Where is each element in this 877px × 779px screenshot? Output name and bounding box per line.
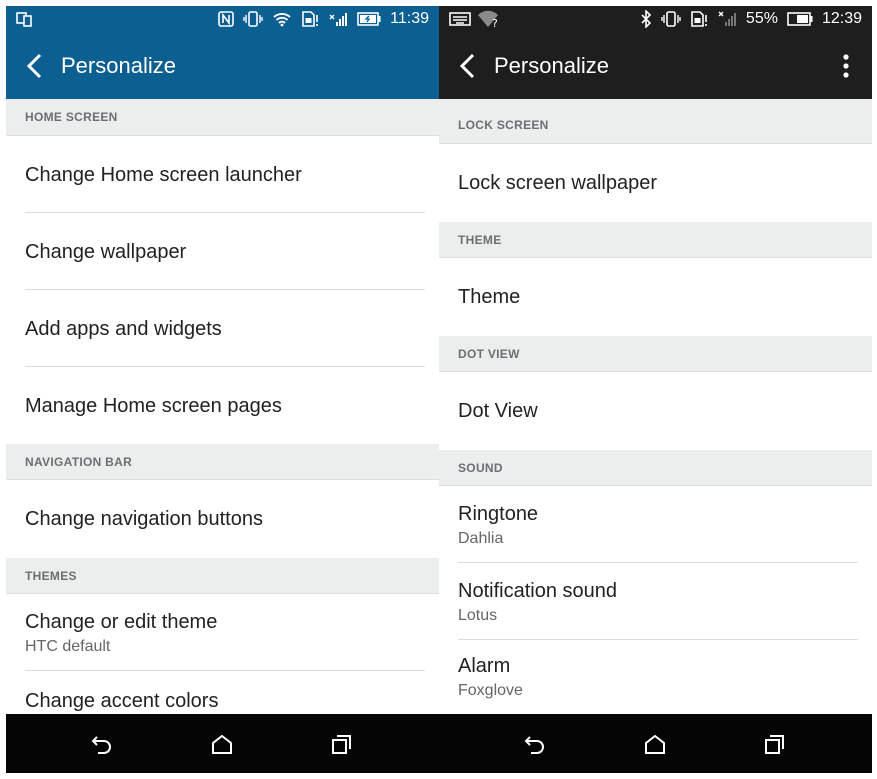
- nav-back-button[interactable]: [521, 730, 549, 758]
- back-icon: [91, 736, 111, 754]
- right-phone-screen: ? 55% 12:39 Personalize LOCK SCREEN Lock…: [439, 6, 872, 773]
- nav-recents-button[interactable]: [328, 730, 356, 758]
- section-header-home-screen: HOME SCREEN: [6, 99, 439, 136]
- back-button[interactable]: [16, 46, 52, 86]
- item-change-wallpaper[interactable]: Change wallpaper: [6, 213, 439, 290]
- navigation-bar: [6, 714, 439, 773]
- nav-home-button[interactable]: [208, 730, 236, 758]
- status-time: 11:39: [390, 10, 429, 27]
- item-title: Change or edit theme: [25, 610, 218, 633]
- item-title: Alarm: [458, 655, 511, 677]
- item-ringtone[interactable]: Ringtone Dahlia: [439, 486, 872, 563]
- app-bar: Personalize: [439, 32, 872, 99]
- item-change-edit-theme[interactable]: Change or edit theme HTC default: [6, 594, 439, 671]
- item-title: Lock screen wallpaper: [458, 172, 657, 194]
- wifi-icon: [272, 9, 292, 29]
- vibrate-icon: [661, 9, 681, 29]
- item-subtitle: HTC default: [25, 637, 111, 655]
- item-theme[interactable]: Theme: [439, 258, 872, 336]
- battery-percent: 55%: [745, 10, 778, 27]
- back-button[interactable]: [449, 46, 485, 86]
- chevron-left-icon: [459, 53, 475, 79]
- nfc-icon: [218, 9, 234, 29]
- item-change-accent-colors[interactable]: Change accent colors: [6, 671, 439, 714]
- page-title: Personalize: [61, 53, 176, 78]
- item-change-launcher[interactable]: Change Home screen launcher: [6, 136, 439, 213]
- navigation-bar: [439, 714, 872, 773]
- recents-icon: [765, 735, 784, 754]
- item-title: Dot View: [458, 400, 538, 422]
- item-title: Change accent colors: [25, 690, 219, 712]
- home-icon: [645, 734, 665, 754]
- section-header-navigation-bar: NAVIGATION BAR: [6, 444, 439, 480]
- app-bar: Personalize: [6, 32, 439, 99]
- item-title: Notification sound: [458, 579, 617, 602]
- chevron-left-icon: [26, 53, 42, 79]
- back-icon: [524, 736, 544, 754]
- settings-list: LOCK SCREEN Lock screen wallpaper THEME …: [439, 99, 872, 714]
- status-time: 12:39: [821, 10, 862, 27]
- sim-alert-icon: [690, 9, 708, 29]
- bluetooth-icon: [640, 9, 652, 29]
- vibrate-icon: [243, 9, 263, 29]
- item-title: Change navigation buttons: [25, 508, 263, 530]
- item-title: Change Home screen launcher: [25, 163, 302, 186]
- home-icon: [212, 734, 232, 754]
- status-bar: 11:39: [6, 6, 439, 32]
- item-change-navigation-buttons[interactable]: Change navigation buttons: [6, 480, 439, 558]
- keyboard-icon: [449, 9, 471, 29]
- nav-home-button[interactable]: [641, 730, 669, 758]
- item-lock-screen-wallpaper[interactable]: Lock screen wallpaper: [439, 144, 872, 222]
- wifi-unknown-icon: ?: [477, 9, 501, 29]
- nav-recents-button[interactable]: [761, 730, 789, 758]
- item-dot-view[interactable]: Dot View: [439, 372, 872, 450]
- nav-back-button[interactable]: [88, 730, 116, 758]
- battery-icon: [787, 9, 813, 29]
- left-phone-screen: 11:39 Personalize HOME SCREEN Change Hom…: [6, 6, 439, 773]
- item-title: Manage Home screen pages: [25, 394, 282, 417]
- section-header-sound: SOUND: [439, 450, 872, 486]
- svg-text:?: ?: [492, 17, 498, 28]
- status-bar: ? 55% 12:39: [439, 6, 872, 32]
- page-title: Personalize: [494, 53, 609, 78]
- item-title: Add apps and widgets: [25, 317, 222, 340]
- item-manage-pages[interactable]: Manage Home screen pages: [6, 367, 439, 444]
- section-header-dot-view: DOT VIEW: [439, 336, 872, 372]
- item-title: Theme: [458, 286, 521, 308]
- item-add-apps-widgets[interactable]: Add apps and widgets: [6, 290, 439, 367]
- sim-alert-icon: [301, 9, 319, 29]
- item-subtitle: Dahlia: [458, 529, 504, 547]
- screen-mirror-icon: [16, 9, 32, 29]
- section-header-themes: THEMES: [6, 558, 439, 594]
- signal-icon: [328, 9, 348, 29]
- item-subtitle: Foxglove: [458, 682, 523, 699]
- item-alarm[interactable]: Alarm Foxglove: [439, 640, 872, 714]
- settings-list: HOME SCREEN Change Home screen launcher …: [6, 99, 439, 714]
- no-signal-icon: [717, 9, 737, 29]
- section-header-lock-screen: LOCK SCREEN: [439, 99, 872, 144]
- item-subtitle: Lotus: [458, 606, 498, 624]
- overflow-menu-button[interactable]: [834, 46, 858, 86]
- item-title: Ringtone: [458, 502, 539, 525]
- overflow-menu-icon: [843, 54, 849, 78]
- item-title: Change wallpaper: [25, 240, 187, 263]
- item-notification-sound[interactable]: Notification sound Lotus: [439, 563, 872, 640]
- section-header-theme: THEME: [439, 222, 872, 258]
- recents-icon: [332, 735, 351, 754]
- battery-charging-icon: [357, 9, 381, 29]
